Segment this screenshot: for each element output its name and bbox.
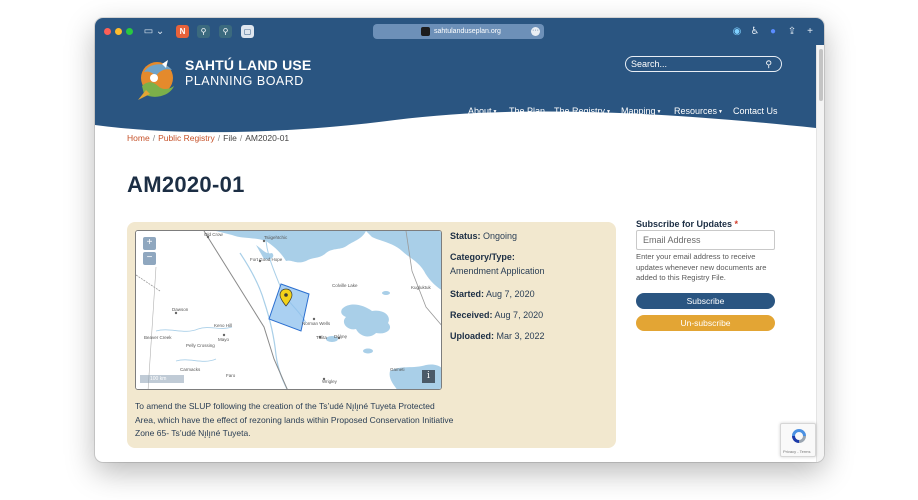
map-label: Pelly Crossing	[186, 343, 215, 348]
map-label: Faro	[226, 373, 236, 378]
close-window-button[interactable]	[104, 28, 111, 35]
registry-map[interactable]: Old Crow Tsiigehtchic Fort Good Hope Col…	[135, 230, 442, 390]
site-favicon-icon	[421, 27, 430, 36]
breadcrumb: Home / Public Registry / File / AM2020-01	[127, 133, 290, 143]
map-zoom-in-button[interactable]: +	[143, 237, 156, 250]
required-asterisk: *	[734, 219, 739, 229]
map-label: Tsiigehtchic	[264, 235, 288, 240]
extension-blue-icon[interactable]: ●	[767, 25, 779, 38]
breadcrumb-current: AM2020-01	[245, 133, 290, 143]
map-label: Gameti	[390, 367, 405, 372]
subscribe-heading: Subscribe for Updates *	[636, 219, 739, 229]
map-label: Mayo	[218, 337, 230, 342]
map-label: Fort Good Hope	[250, 257, 283, 262]
map-label: Colville Lake	[332, 283, 358, 288]
map-label: Carmacks	[180, 367, 201, 372]
map-label: Kugluktuk	[411, 285, 431, 290]
subscribe-help-text: Enter your email address to receive upda…	[636, 252, 767, 282]
scrollbar-thumb[interactable]	[819, 49, 823, 101]
received-row: Received: Aug 7, 2020	[450, 310, 544, 320]
status-row: Status: Ongoing	[450, 231, 518, 241]
minimize-window-button[interactable]	[115, 28, 122, 35]
map-label: Wrigley	[322, 379, 337, 384]
registry-file-card: Old Crow Tsiigehtchic Fort Good Hope Col…	[127, 222, 616, 448]
address-bar[interactable]: sahtulanduseplan.org ···	[373, 24, 544, 39]
nav-mapping[interactable]: Mapping▼	[621, 106, 661, 116]
nav-resources[interactable]: Resources▼	[674, 106, 723, 116]
breadcrumb-public-registry[interactable]: Public Registry	[158, 133, 215, 143]
started-row: Started: Aug 7, 2020	[450, 289, 535, 299]
map-label: Beaver Creek	[144, 335, 172, 340]
chevron-down-icon: ▼	[606, 109, 611, 115]
extension-n-icon[interactable]: N	[176, 25, 189, 38]
category-row: Category/Type:	[450, 252, 515, 262]
unsubscribe-button[interactable]: Un-subscribe	[636, 315, 775, 331]
map-label: Délı̨nę	[334, 334, 348, 339]
sidebar-toggle-icon[interactable]: ▭ ⌄	[143, 25, 165, 38]
brand-name-line2[interactable]: PLANNING BOARD	[185, 74, 304, 88]
extension-square-icon[interactable]: ▢	[241, 25, 254, 38]
subscribe-button[interactable]: Subscribe	[636, 293, 775, 309]
chevron-down-icon: ▼	[656, 109, 662, 115]
nav-contact-us[interactable]: Contact Us	[733, 106, 778, 116]
page-menu-icon[interactable]: ···	[531, 27, 540, 36]
accessibility-icon[interactable]: ♿	[749, 25, 761, 38]
page-title: AM2020-01	[127, 172, 245, 197]
search-input[interactable]: Search... ⚲	[625, 56, 782, 72]
map-label: Keno Hill	[214, 323, 233, 328]
file-description: To amend the SLUP following the creation…	[135, 401, 454, 438]
map-label: Old Crow	[204, 232, 223, 237]
extension-runner-icon[interactable]: ⚲	[197, 25, 210, 38]
board-logo-icon[interactable]	[132, 56, 180, 104]
map-info-button[interactable]: i	[422, 370, 435, 383]
nav-the-plan[interactable]: The Plan	[509, 106, 545, 116]
map-label: Dawson	[172, 307, 189, 312]
extension-runner-alt-icon[interactable]: ⚲	[219, 25, 232, 38]
uploaded-row: Uploaded: Mar 3, 2022	[450, 331, 545, 341]
map-label: Tulita	[316, 335, 327, 340]
nav-the-registry[interactable]: The Registry▼	[554, 106, 611, 116]
browser-toolbar: ▭ ⌄ N ⚲ ⚲ ▢ sahtulanduseplan.org ··· ◉ ♿…	[95, 18, 824, 45]
breadcrumb-file: File	[223, 133, 237, 143]
brand-name-line1[interactable]: SAHTÚ LAND USE	[185, 57, 311, 73]
breadcrumb-home[interactable]: Home	[127, 133, 150, 143]
search-icon[interactable]: ⚲	[765, 58, 772, 71]
maximize-window-button[interactable]	[126, 28, 133, 35]
browser-window: ▭ ⌄ N ⚲ ⚲ ▢ sahtulanduseplan.org ··· ◉ ♿…	[95, 18, 824, 462]
map-label: Norman Wells	[302, 321, 331, 326]
extension-d-icon[interactable]: ◉	[731, 25, 743, 38]
share-icon[interactable]: ⇪	[786, 25, 798, 38]
page-scrollbar[interactable]	[816, 45, 824, 462]
chevron-down-icon: ▼	[718, 109, 723, 115]
status-value: Ongoing	[483, 231, 518, 241]
email-field[interactable]: Email Address	[636, 230, 775, 250]
site-header: SAHTÚ LAND USE PLANNING BOARD Search... …	[95, 45, 816, 137]
recaptcha-icon	[792, 429, 806, 443]
map-zoom-out-button[interactable]: −	[143, 252, 156, 265]
chevron-down-icon: ▼	[492, 109, 498, 115]
recaptcha-badge[interactable]: Privacy - Terms	[780, 423, 816, 457]
nav-about[interactable]: About▼	[468, 106, 497, 116]
category-value: Amendment Application	[450, 266, 545, 276]
address-bar-url: sahtulanduseplan.org	[434, 28, 501, 35]
recaptcha-links[interactable]: Privacy - Terms	[783, 449, 810, 454]
map-scale-bar: 100 km	[140, 375, 184, 383]
search-placeholder: Search...	[631, 59, 668, 69]
new-tab-icon[interactable]: +	[804, 25, 816, 38]
